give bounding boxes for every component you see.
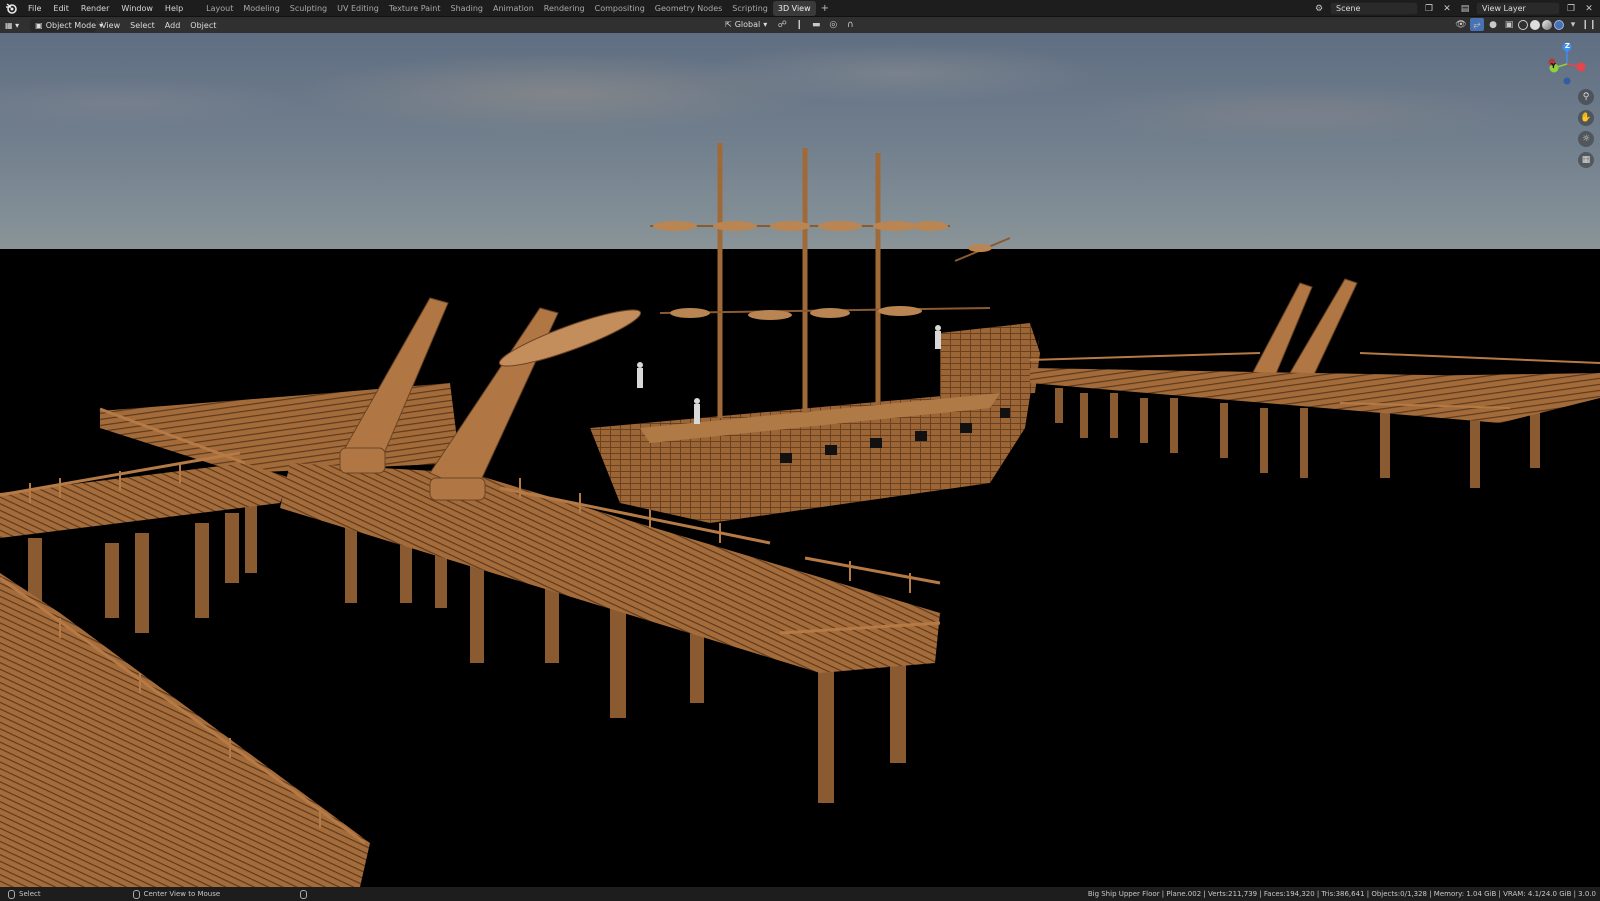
pivot-point-icon[interactable]: ☍: [775, 18, 789, 31]
menu-help[interactable]: Help: [159, 0, 189, 17]
add-workspace-button[interactable]: +: [816, 3, 834, 14]
view-layer-icon[interactable]: ▤: [1458, 2, 1472, 15]
solid-shading-icon[interactable]: [1530, 19, 1540, 30]
tab-shading[interactable]: Shading: [445, 1, 488, 16]
ship: [590, 143, 1040, 523]
status-right-hint: [292, 889, 315, 899]
scene-render: [0, 143, 1600, 887]
tab-layout[interactable]: Layout: [201, 1, 238, 16]
status-bar: Select Center View to Mouse Big Ship Upp…: [0, 887, 1600, 901]
top-bar: File Edit Render Window Help Layout Mode…: [0, 0, 1600, 17]
proportional-edit-icon[interactable]: ◎: [826, 18, 840, 31]
menu-file[interactable]: File: [22, 0, 47, 17]
new-scene-icon[interactable]: ❐: [1422, 2, 1436, 15]
chevron-down-icon: ▾: [763, 20, 768, 29]
menu-window[interactable]: Window: [115, 0, 159, 17]
orientation-icon: ⇱: [725, 20, 732, 29]
menu-edit[interactable]: Edit: [47, 0, 75, 17]
snap-icon[interactable]: ❙: [792, 18, 806, 31]
sidebar-toggle-icon[interactable]: ❙❙: [1581, 18, 1596, 31]
status-center-view-hint: Center View to Mouse: [125, 889, 229, 899]
blender-logo-icon[interactable]: [0, 0, 22, 17]
orientation-label: Global: [734, 20, 761, 29]
mouse-middle-icon: [132, 889, 140, 899]
tab-sculpting[interactable]: Sculpting: [285, 1, 332, 16]
zoom-icon[interactable]: ⚲: [1578, 89, 1594, 105]
tab-geometry-nodes[interactable]: Geometry Nodes: [650, 1, 727, 16]
rendered-shading-icon[interactable]: [1554, 19, 1564, 30]
status-select-hint: Select: [0, 889, 49, 899]
menu-select[interactable]: Select: [125, 19, 160, 32]
camera-view-icon[interactable]: ☼: [1578, 131, 1594, 147]
gizmo-toggle-icon[interactable]: ⥂: [1470, 18, 1484, 31]
top-right-controls: ⚙ Scene ❐ ✕ ▤ View Layer ❐ ✕: [1312, 0, 1600, 17]
right-pier: [1029, 352, 1600, 488]
tab-texture-paint[interactable]: Texture Paint: [384, 1, 446, 16]
menu-add[interactable]: Add: [160, 19, 186, 32]
delete-view-layer-icon[interactable]: ✕: [1582, 2, 1596, 15]
tab-animation[interactable]: Animation: [488, 1, 539, 16]
xray-toggle-icon[interactable]: ▣: [1502, 18, 1516, 31]
wireframe-shading-icon[interactable]: [1518, 19, 1528, 30]
new-view-layer-icon[interactable]: ❐: [1564, 2, 1578, 15]
material-preview-icon[interactable]: [1542, 19, 1552, 30]
tab-3d-view[interactable]: 3D View: [772, 0, 816, 16]
snap-target-icon[interactable]: ▬: [809, 18, 823, 31]
perspective-grid-icon[interactable]: ▦: [1578, 152, 1594, 168]
visibility-icon[interactable]: 👁: [1454, 18, 1468, 31]
mouse-right-icon: [300, 889, 308, 899]
transform-controls: ⇱ Global ▾ ☍ ❙ ▬ ◎ ∩: [720, 18, 857, 31]
workspace-tabs: Layout Modeling Sculpting UV Editing Tex…: [201, 0, 834, 17]
3d-viewport[interactable]: Z Y ⚲ ✋ ☼ ▦: [0, 33, 1600, 887]
overlay-toggle-icon[interactable]: ●: [1486, 18, 1500, 31]
status-select-label: Select: [19, 890, 41, 898]
tab-uv-editing[interactable]: UV Editing: [332, 1, 384, 16]
menu-view[interactable]: View: [96, 19, 125, 32]
viewport-header: ▦ ▾ ▣ Object Mode ▾ View Select Add Obje…: [0, 17, 1600, 33]
menu-object[interactable]: Object: [185, 19, 221, 32]
scene-statistics: Big Ship Upper Floor | Plane.002 | Verts…: [1087, 890, 1596, 898]
status-center-view-label: Center View to Mouse: [143, 890, 221, 898]
gizmo-z-label: Z: [1564, 42, 1570, 50]
tab-compositing[interactable]: Compositing: [590, 1, 650, 16]
mouse-left-icon: [8, 889, 15, 899]
scene-selector[interactable]: Scene: [1330, 2, 1418, 15]
tab-scripting[interactable]: Scripting: [727, 1, 773, 16]
mode-selector[interactable]: ▣ Object Mode ▾: [30, 18, 103, 32]
object-mode-icon: ▣: [35, 20, 43, 30]
pan-hand-icon[interactable]: ✋: [1578, 110, 1594, 126]
mode-label: Object Mode: [45, 20, 97, 30]
delete-scene-icon[interactable]: ✕: [1440, 2, 1454, 15]
gizmo-y-label: Y: [1550, 62, 1556, 70]
orientation-selector[interactable]: ⇱ Global ▾: [720, 18, 772, 31]
tab-rendering[interactable]: Rendering: [539, 1, 590, 16]
view-layer-name: View Layer: [1482, 4, 1526, 13]
editor-type-button[interactable]: ▦ ▾: [0, 19, 24, 32]
menu-render[interactable]: Render: [75, 0, 115, 17]
viewport-navigation-tools: ⚲ ✋ ☼ ▦: [1578, 89, 1594, 168]
tab-modeling[interactable]: Modeling: [238, 1, 284, 16]
shading-options-icon[interactable]: ▾: [1566, 18, 1580, 31]
scene-icon[interactable]: ⚙: [1312, 2, 1326, 15]
scene-name: Scene: [1336, 4, 1361, 13]
viewport-display-controls: 👁 ⥂ ● ▣ ▾ ❙❙: [1454, 18, 1597, 31]
view-layer-selector[interactable]: View Layer: [1476, 2, 1560, 15]
falloff-icon[interactable]: ∩: [843, 18, 857, 31]
